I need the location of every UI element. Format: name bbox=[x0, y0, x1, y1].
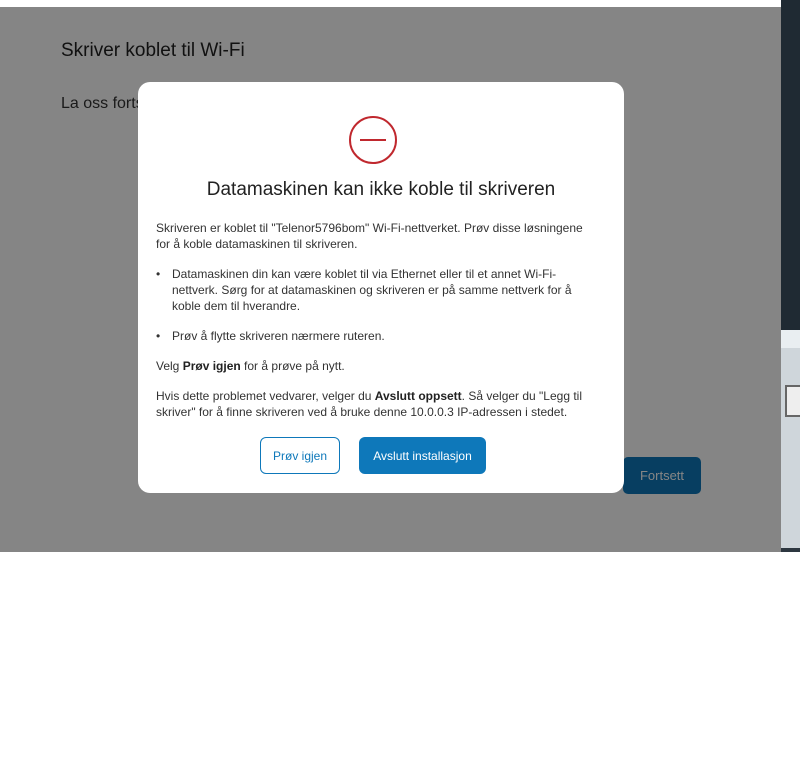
background-window bbox=[781, 0, 800, 552]
solution-item: Prøv å flytte skriveren nærmere ruteren. bbox=[156, 328, 596, 344]
retry-instruction: Velg Prøv igjen for å prøve på nytt. bbox=[156, 359, 345, 373]
exit-instruction: Hvis dette problemet vedvarer, velger du… bbox=[156, 389, 583, 419]
retry-button[interactable]: Prøv igjen bbox=[260, 437, 340, 474]
dialog-body: Skriveren er koblet til "Telenor5796bom"… bbox=[156, 220, 596, 434]
dialog-title: Datamaskinen kan ikke koble til skrivere… bbox=[206, 179, 556, 200]
error-minus-circle-icon bbox=[349, 116, 397, 164]
solution-list: Datamaskinen din kan være koblet til via… bbox=[156, 266, 596, 344]
exit-installation-button[interactable]: Avslutt installasjon bbox=[359, 437, 486, 474]
dialog-intro: Skriveren er koblet til "Telenor5796bom"… bbox=[156, 221, 583, 251]
error-dialog: Datamaskinen kan ikke koble til skrivere… bbox=[138, 82, 624, 493]
title-bar bbox=[0, 0, 781, 7]
solution-item: Datamaskinen din kan være koblet til via… bbox=[156, 266, 596, 314]
